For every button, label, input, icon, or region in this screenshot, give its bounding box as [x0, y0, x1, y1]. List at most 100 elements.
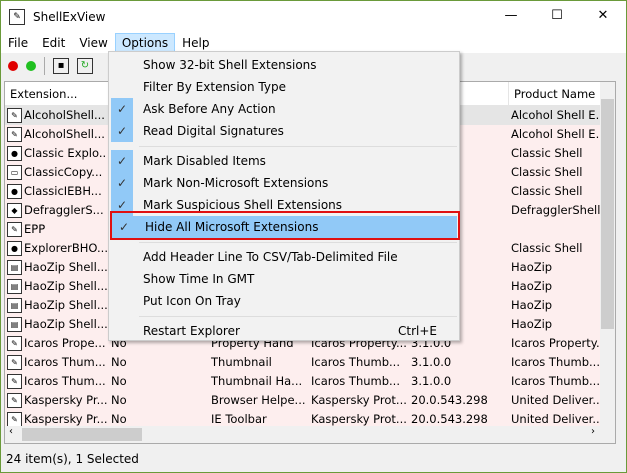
extension-icon: ✎	[7, 374, 22, 389]
table-row[interactable]: ✎ Kaspersky Pr... No Browser Helpe... Kas…	[5, 391, 615, 410]
cell-extension-name: Icaros Thum...	[24, 374, 106, 388]
check-icon: ✓	[111, 120, 133, 142]
menu-item-label: Mark Non-Microsoft Extensions	[143, 176, 329, 190]
col-product-name[interactable]: Product Name	[509, 82, 605, 105]
extension-icon: ▤	[7, 298, 22, 313]
cell-extension-name: ExplorerBHO...	[24, 241, 107, 255]
extension-icon: ✎	[7, 393, 22, 408]
menu-item-label: Mark Suspicious Shell Extensions	[143, 198, 343, 212]
horizontal-scrollbar[interactable]: ‹ ›	[5, 426, 615, 443]
app-icon: ✎	[9, 9, 25, 25]
cell-product-name: United Deliver...	[511, 393, 603, 407]
menu-item-label: Show Time In GMT	[143, 272, 255, 286]
extension-icon: ▤	[7, 279, 22, 294]
close-button[interactable]: ✕	[580, 1, 626, 31]
extension-icon: ✎	[7, 222, 22, 237]
minimize-button[interactable]: —	[488, 1, 534, 31]
extension-icon: ●	[7, 241, 22, 256]
menu-item[interactable]: Filter By Extension Type	[109, 76, 459, 98]
cell-product-name: Icaros Thumb...	[511, 355, 600, 369]
cell-col2: No	[111, 374, 127, 388]
check-icon: ✓	[111, 150, 133, 172]
menu-bar: File Edit View Options Help	[1, 33, 626, 53]
menu-separator	[139, 242, 457, 243]
disable-icon[interactable]	[8, 61, 18, 71]
extension-icon: ✎	[7, 355, 22, 370]
cell-extension-name: ClassicIEBH...	[24, 184, 102, 198]
menu-item[interactable]: Restart Explorer Ctrl+E	[109, 320, 459, 342]
extension-icon: ●	[7, 146, 22, 161]
menu-item[interactable]: ✓ Ask Before Any Action	[109, 98, 459, 120]
menu-item[interactable]: Show Time In GMT	[109, 268, 459, 290]
cell-col3: Thumbnail Ha...	[211, 374, 303, 388]
cell-product-name: HaoZip	[511, 279, 553, 293]
menu-help[interactable]: Help	[175, 33, 216, 53]
cell-extension-name: AlcoholShell...	[24, 108, 105, 122]
cell-extension-name: HaoZip Shell...	[24, 279, 107, 293]
menu-item-label: Read Digital Signatures	[143, 124, 284, 138]
extension-icon: ✎	[7, 412, 22, 427]
cell-col3: Browser Helpe...	[211, 393, 306, 407]
maximize-button[interactable]: ☐	[534, 1, 580, 31]
cell-product-name: Classic Shell	[511, 184, 583, 198]
cell-col4: Icaros Thumb...	[311, 355, 400, 369]
menu-separator	[139, 316, 457, 317]
menu-item[interactable]: ✓ Read Digital Signatures	[109, 120, 459, 142]
menu-item-label: Filter By Extension Type	[143, 80, 286, 94]
menu-item-label: Restart Explorer	[143, 324, 240, 338]
extension-icon: ▤	[7, 260, 22, 275]
menu-shortcut: Ctrl+E	[398, 324, 437, 338]
cell-col4: Icaros Thumb...	[311, 374, 400, 388]
check-icon: ✓	[111, 98, 133, 120]
cell-product-name: Icaros Property...	[511, 336, 603, 350]
cell-product-name: DefragglerShell	[511, 203, 601, 217]
menu-item[interactable]: Show 32-bit Shell Extensions	[109, 54, 459, 76]
extension-icon: ●	[7, 184, 22, 199]
col-extension[interactable]: Extension...	[5, 82, 109, 105]
menu-view[interactable]: View	[72, 33, 114, 53]
menu-item[interactable]: Put Icon On Tray	[109, 290, 459, 312]
extension-icon: ✎	[7, 336, 22, 351]
cell-extension-name: DefragglerS...	[24, 203, 104, 217]
menu-options[interactable]: Options	[114, 33, 176, 53]
cell-col5: 3.1.0.0	[411, 374, 452, 388]
window-title: ShellExView	[33, 10, 106, 24]
menu-item[interactable]: Add Header Line To CSV/Tab-Delimited Fil…	[109, 246, 459, 268]
extension-icon: ✎	[7, 108, 22, 123]
cell-col5: 20.0.543.298	[411, 393, 488, 407]
cell-product-name: Classic Shell	[511, 146, 583, 160]
cell-col5: 3.1.0.0	[411, 355, 452, 369]
menu-separator	[139, 146, 457, 147]
menu-item[interactable]: ✓ Mark Non-Microsoft Extensions	[109, 172, 459, 194]
extension-icon: ▭	[7, 165, 22, 180]
refresh-icon[interactable]: ↻	[77, 58, 93, 74]
cell-product-name: Alcohol Shell E...	[511, 127, 603, 141]
menu-file[interactable]: File	[1, 33, 35, 53]
cell-extension-name: ClassicCopy...	[24, 165, 103, 179]
cell-extension-name: Icaros Prope...	[24, 336, 106, 350]
enable-icon[interactable]	[26, 61, 36, 71]
menu-item-label: Mark Disabled Items	[143, 154, 266, 168]
cell-extension-name: EPP	[24, 222, 46, 236]
options-menu: Show 32-bit Shell Extensions Filter By Ex…	[108, 51, 460, 341]
cell-product-name: HaoZip	[511, 298, 553, 312]
extension-icon: ◆	[7, 203, 22, 218]
cell-extension-name: Kaspersky Pr...	[24, 393, 107, 407]
cell-product-name: HaoZip	[511, 260, 553, 274]
vertical-scrollbar[interactable]	[600, 82, 615, 443]
cell-col2: No	[111, 393, 127, 407]
menu-edit[interactable]: Edit	[35, 33, 72, 53]
save-icon[interactable]: ▪	[53, 58, 69, 74]
menu-item-label: Put Icon On Tray	[143, 294, 241, 308]
cell-col3: Thumbnail	[211, 355, 272, 369]
highlight-annotation-box	[110, 211, 460, 240]
cell-extension-name: HaoZip Shell...	[24, 260, 107, 274]
cell-product-name: Classic Shell	[511, 241, 583, 255]
menu-item-label: Show 32-bit Shell Extensions	[143, 58, 317, 72]
table-row[interactable]: ✎ Icaros Thum... No Thumbnail Ha... Icaro…	[5, 372, 615, 391]
toolbar-separator	[44, 57, 45, 75]
cell-col4: Kaspersky Prot...	[311, 393, 407, 407]
check-icon: ✓	[111, 172, 133, 194]
menu-item[interactable]: ✓ Mark Disabled Items	[109, 150, 459, 172]
table-row[interactable]: ✎ Icaros Thum... No Thumbnail Icaros Thum…	[5, 353, 615, 372]
